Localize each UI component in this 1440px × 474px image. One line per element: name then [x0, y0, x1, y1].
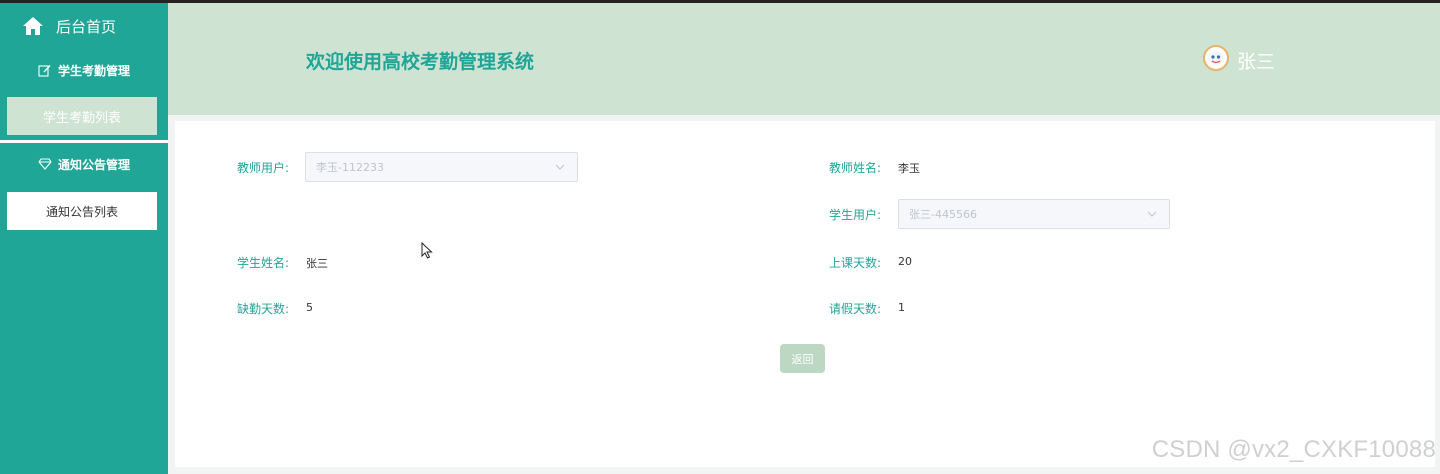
edit-icon — [38, 63, 52, 77]
student-user-label: 学生用户: — [829, 208, 882, 222]
avatar[interactable] — [1203, 45, 1229, 71]
teacher-user-value: 李玉-112233 — [316, 161, 384, 174]
sidebar-divider — [0, 140, 168, 143]
sidebar-group-label: 通知公告管理 — [57, 157, 130, 172]
student-user-value: 张三-445566 — [909, 208, 977, 221]
header: 欢迎使用高校考勤管理系统 张三 — [168, 3, 1440, 115]
watermark: CSDN @vx2_CXKF10088 — [1151, 436, 1436, 463]
teacher-name-value: 李玉 — [898, 162, 920, 175]
mouse-cursor-icon — [421, 241, 433, 263]
class-days-label: 上课天数: — [829, 256, 882, 270]
sidebar-group-label: 学生考勤管理 — [57, 63, 130, 78]
chevron-down-icon — [1145, 211, 1159, 217]
sidebar-item-label: 通知公告列表 — [45, 204, 118, 219]
sidebar-home-label: 后台首页 — [56, 17, 117, 36]
student-user-select[interactable]: 张三-445566 — [898, 199, 1170, 229]
teacher-name-label: 教师姓名: — [829, 161, 882, 175]
sidebar: 后台首页 学生考勤管理 学生考勤列表 通知公告管理 通知公告列表 — [0, 3, 168, 474]
username[interactable]: 张三 — [1237, 47, 1275, 74]
teacher-user-select[interactable]: 李玉-112233 — [305, 152, 578, 182]
diamond-icon — [38, 157, 52, 171]
sidebar-item-notice-list[interactable]: 通知公告列表 — [7, 192, 157, 230]
sidebar-item-home[interactable]: 后台首页 — [0, 3, 168, 49]
sidebar-item-attendance-list[interactable]: 学生考勤列表 — [7, 97, 157, 135]
absent-days-label: 缺勤天数: — [237, 302, 290, 316]
student-name-label: 学生姓名: — [237, 256, 290, 270]
leave-days-value: 1 — [898, 301, 905, 314]
teacher-user-label: 教师用户: — [237, 161, 290, 175]
leave-days-label: 请假天数: — [829, 302, 882, 316]
student-name-value: 张三 — [306, 257, 328, 270]
home-icon — [22, 15, 44, 37]
sidebar-group-attendance[interactable]: 学生考勤管理 — [0, 50, 168, 90]
class-days-value: 20 — [898, 255, 912, 268]
page-title: 欢迎使用高校考勤管理系统 — [306, 51, 535, 73]
absent-days-value: 5 — [306, 301, 313, 314]
back-button[interactable]: 返回 — [780, 344, 825, 373]
chevron-down-icon — [553, 164, 567, 170]
sidebar-group-notice[interactable]: 通知公告管理 — [0, 144, 168, 184]
sidebar-item-label: 学生考勤列表 — [42, 110, 121, 126]
detail-form: 教师用户: 李玉-112233 教师姓名: 李玉 学生用户: 张三-445566… — [175, 121, 1435, 467]
